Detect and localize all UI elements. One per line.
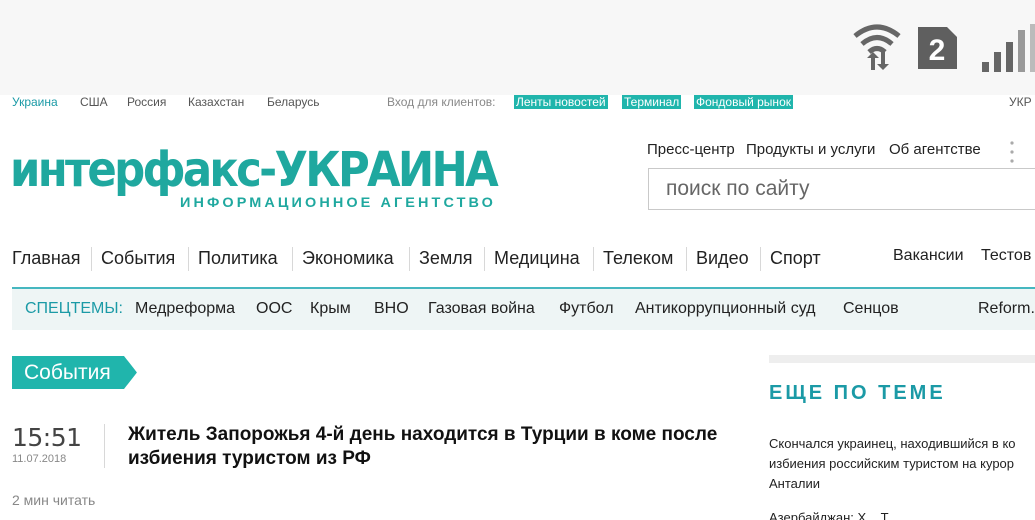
section-label-text: События [24,361,111,384]
client-link-newsfeeds[interactable]: Ленты новостей [514,95,608,109]
language-switch[interactable]: УКР [1009,95,1032,109]
sidebar-related-link[interactable]: Азербайджан: Х... Т... [769,510,1035,520]
client-link-terminal[interactable]: Терминал [622,95,682,109]
nav-separator [686,247,687,271]
nav-separator [760,247,761,271]
svg-text:2: 2 [929,34,946,67]
nav-separator [91,247,92,271]
svg-text:ИНФОРМАЦИОННОЕ АГЕНТСТВО: ИНФОРМАЦИОННОЕ АГЕНТСТВО [180,194,496,210]
special-topics-label: СПЕЦТЕМЫ: [25,300,123,317]
client-link-stock-market[interactable]: Фондовый рынок [694,95,793,109]
nav-separator [292,247,293,271]
search-input[interactable] [649,169,1035,209]
nav-item-land[interactable]: Земля [419,248,473,269]
article-time: 15:51 [12,423,82,452]
nav-item-video[interactable]: Видео [696,248,749,269]
article-date: 11.07.2018 [12,453,67,465]
country-link-kazakhstan[interactable]: Казахстан [188,95,244,109]
wifi-data-icon [853,24,901,70]
nav-item-tests[interactable]: Тестов [981,247,1031,265]
nav-separator [409,247,410,271]
topic-link[interactable]: Reform. [978,300,1035,318]
site-logo[interactable]: интерфакс-УКРАИНА ИНФОРМАЦИОННОЕ АГЕНТСТ… [10,128,502,210]
sidebar-related-link[interactable]: Скончался украинец, находившийся в ко из… [769,434,1035,494]
nav-item-telecom[interactable]: Телеком [603,248,673,269]
interfax-logo-graphic: интерфакс-УКРАИНА ИНФОРМАЦИОННОЕ АГЕНТСТ… [10,142,502,210]
header-link-products[interactable]: Продукты и услуги [746,141,875,158]
topic-link[interactable]: Антикоррупционный суд [635,300,816,318]
section-label[interactable]: События [12,356,138,389]
article-headline: Житель Запорожья 4-й день находится в Ту… [128,424,718,469]
sim-2-icon: 2 [915,24,960,72]
nav-separator [484,247,485,271]
top-links-row: Украина США Россия Казахстан Беларусь Вх… [0,93,1035,111]
special-topics-bar: СПЕЦТЕМЫ: Медреформа ООС Крым ВНО Газова… [12,287,1035,330]
status-bar: 2 [0,0,1035,95]
nav-item-vacancies[interactable]: Вакансии [893,247,964,265]
country-link-ukraine[interactable]: Украина [12,95,58,109]
topic-link[interactable]: Газовая война [428,300,535,318]
topic-link[interactable]: Крым [310,300,351,318]
article-separator [104,424,105,468]
site-search [648,168,1035,210]
country-link-belarus[interactable]: Беларусь [267,95,319,109]
nav-separator [188,247,189,271]
topic-link[interactable]: ООС [256,300,292,318]
nav-item-politics[interactable]: Политика [198,248,278,269]
topic-link[interactable]: Медреформа [135,300,235,318]
nav-item-home[interactable]: Главная [12,248,81,269]
nav-item-events[interactable]: События [101,248,175,269]
topic-link[interactable]: Футбол [559,300,614,318]
topic-link[interactable]: ВНО [374,300,409,318]
article-read-time: 2 мин читать [12,492,96,508]
main-nav: Главная События Политика Экономика Земля… [0,245,1035,273]
client-login-label: Вход для клиентов: [387,95,496,109]
nav-item-sport[interactable]: Спорт [770,248,821,269]
more-menu-icon[interactable] [1010,140,1014,164]
svg-text:интерфакс-УКРАИНА: интерфакс-УКРАИНА [10,142,499,198]
signal-strength-icon [982,24,1035,72]
country-link-usa[interactable]: США [80,95,108,109]
sidebar-title: ЕЩЕ ПО ТЕМЕ [769,382,946,404]
header-link-about[interactable]: Об агентстве [889,141,981,158]
sidebar-top-bar [769,355,1035,363]
header-link-press-center[interactable]: Пресс-центр [647,141,735,158]
topic-link[interactable]: Сенцов [843,300,899,318]
nav-item-medicine[interactable]: Медицина [494,248,580,269]
country-link-russia[interactable]: Россия [127,95,166,109]
nav-item-economy[interactable]: Экономика [302,248,394,269]
nav-separator [593,247,594,271]
